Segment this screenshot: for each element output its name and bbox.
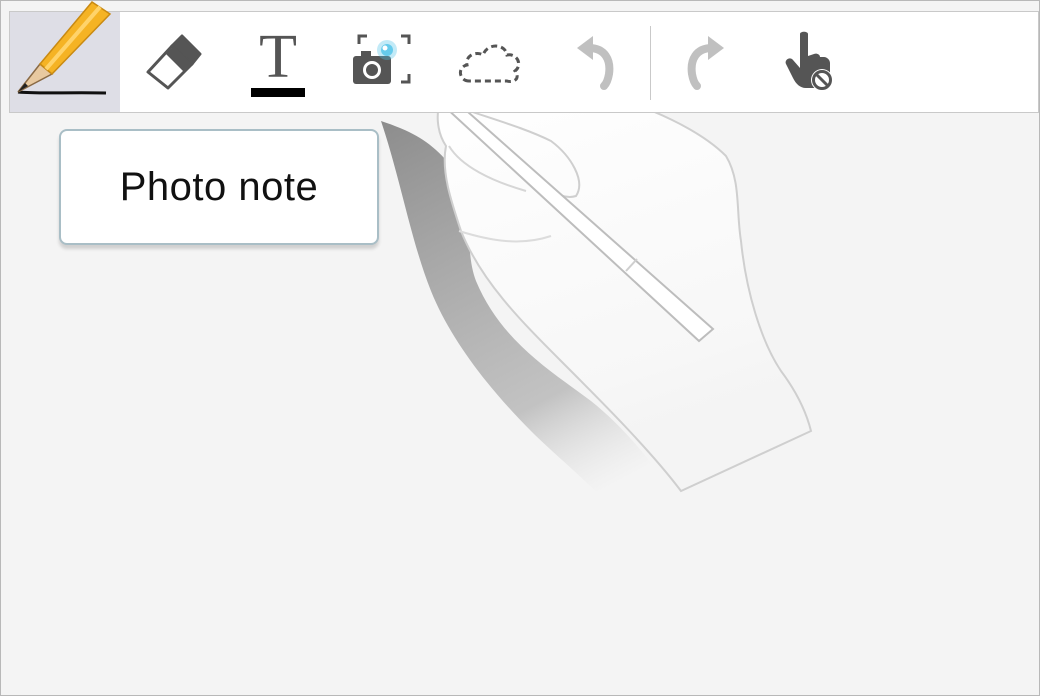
pencil-icon [10,1,120,112]
tooltip-label: Photo note [119,164,319,209]
eraser-icon [142,32,202,92]
lasso-cloud-icon [455,37,525,87]
photo-note-tooltip: Photo note [59,129,379,245]
toolbar-divider [650,26,651,100]
redo-icon [680,34,730,90]
camera-icon [351,32,417,92]
redo-button[interactable] [653,12,757,112]
undo-icon [571,34,621,90]
hand-mode-button[interactable] [759,12,863,112]
text-tool-button[interactable]: T [226,12,330,112]
text-icon: T [251,22,305,97]
photo-note-tool-button[interactable] [332,12,436,112]
pen-tool-button[interactable] [10,1,120,112]
eraser-tool-button[interactable] [120,12,224,112]
hand-with-stylus-illustration [381,77,813,541]
lasso-tool-button[interactable] [438,12,542,112]
text-color-bar [251,87,305,97]
drawing-toolbar: T [9,1,1039,113]
note-canvas[interactable]: T Photo note [0,0,1040,696]
undo-button[interactable] [544,12,648,112]
text-tool-glyph: T [259,22,297,91]
hand-block-icon [784,30,838,94]
